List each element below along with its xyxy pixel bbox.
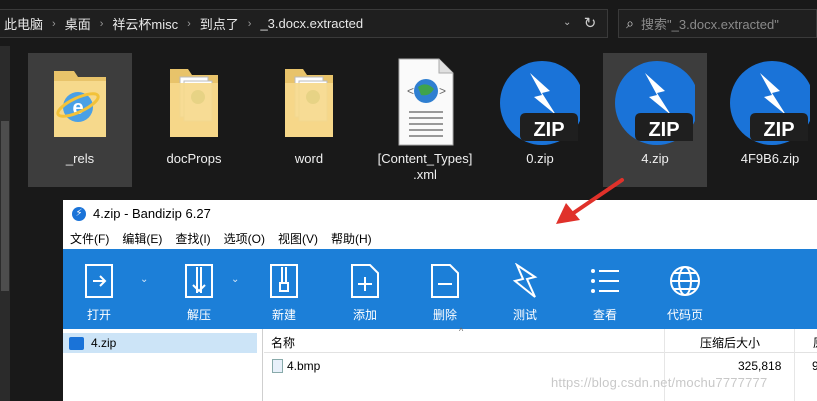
- bandizip-app-icon: ⚡: [72, 206, 86, 221]
- file-item-label: word: [294, 151, 324, 166]
- menu-options[interactable]: 选项(O): [217, 230, 271, 247]
- refresh-icon[interactable]: ↻: [581, 14, 599, 32]
- chevron-right-icon: ›: [99, 17, 104, 30]
- file-item-label: 4F9B6.zip: [740, 151, 800, 166]
- column-header-name[interactable]: 名称: [271, 334, 295, 351]
- test-button[interactable]: 测试: [491, 249, 559, 329]
- new-button[interactable]: 新建: [250, 249, 318, 329]
- explorer-address-bar: 此电脑 › 桌面 › 祥云杯misc › 到点了 › _3.docx.extra…: [0, 0, 817, 46]
- chevron-down-icon[interactable]: ⌄: [140, 274, 148, 285]
- file-item-0-zip[interactable]: ZIP 0.zip: [488, 53, 592, 187]
- file-item-word[interactable]: word: [257, 53, 361, 187]
- menu-bar: 文件(F) 编辑(E) 查找(I) 选项(O) 视图(V) 帮助(H): [63, 227, 817, 249]
- file-original-size: 9: [812, 359, 817, 373]
- menu-help[interactable]: 帮助(H): [324, 230, 378, 247]
- file-item-label: _rels: [65, 151, 95, 166]
- chevron-right-icon: ›: [187, 17, 191, 30]
- file-name: 4.bmp: [287, 359, 321, 373]
- view-button[interactable]: 查看: [571, 249, 639, 329]
- tree-item-label: 4.zip: [91, 336, 117, 350]
- breadcrumb[interactable]: 此电脑 › 桌面 › 祥云杯misc › 到点了 › _3.docx.extra…: [0, 9, 608, 38]
- chevron-right-icon: ›: [52, 17, 56, 30]
- chevron-right-icon: ›: [247, 17, 252, 30]
- bandizip-zip-icon: ZIP: [500, 61, 580, 145]
- toolbar-label: 删除: [432, 308, 457, 322]
- window-title-bar[interactable]: ⚡ 4.zip - Bandizip 6.27: [63, 200, 817, 227]
- file-item-rels[interactable]: e _rels: [28, 53, 132, 187]
- bmp-file-icon: [272, 359, 283, 373]
- toolbar-label: 打开: [86, 308, 111, 322]
- bandizip-zip-icon: ZIP: [730, 61, 810, 145]
- file-item-content-types[interactable]: < > [Content_Types] .xml: [373, 53, 477, 187]
- file-compressed-size: 325,818: [738, 359, 782, 373]
- table-row[interactable]: 4.bmp 325,818 9: [264, 356, 817, 376]
- open-icon: [85, 264, 113, 298]
- breadcrumb-item-extracted[interactable]: _3.docx.extracted: [256, 16, 367, 31]
- column-header-original[interactable]: 原: [813, 334, 817, 351]
- file-list: ^ 名称 压缩后大小 原 4.bmp 325,818 9: [264, 326, 817, 401]
- bandizip-zip-icon: ZIP: [615, 61, 695, 145]
- window-title: 4.zip - Bandizip 6.27: [93, 206, 211, 221]
- folder-icon: [285, 69, 333, 137]
- lightning-icon: [512, 263, 538, 298]
- menu-edit[interactable]: 编辑(E): [115, 230, 168, 247]
- file-item-4f9b6-zip[interactable]: ZIP 4F9B6.zip: [718, 53, 817, 187]
- extract-icon: [185, 264, 213, 298]
- archive-tree: 4.zip: [63, 329, 263, 401]
- zip-archive-icon: [69, 336, 84, 350]
- zip-badge-text: ZIP: [763, 119, 794, 141]
- file-item-label: 0.zip: [526, 151, 554, 166]
- scrollbar-thumb[interactable]: [1, 121, 9, 291]
- open-button[interactable]: 打开: [65, 249, 133, 329]
- file-list-header: ^ 名称 压缩后大小 原: [264, 326, 817, 401]
- tree-item-archive[interactable]: 4.zip: [63, 333, 257, 353]
- toolbar-label: 测试: [512, 308, 537, 322]
- toolbar-label: 添加: [352, 308, 377, 322]
- xml-file-icon: < >: [398, 58, 454, 146]
- toolbar-label: 新建: [271, 308, 296, 322]
- column-header-compressed[interactable]: 压缩后大小: [700, 334, 760, 351]
- delete-button[interactable]: 删除: [411, 249, 479, 329]
- watermark: https://blog.csdn.net/mochu7777777: [551, 375, 768, 390]
- codepage-button[interactable]: 代码页: [651, 249, 719, 329]
- search-placeholder: 搜索"_3.docx.extracted": [641, 17, 779, 32]
- file-item-label: [Content_Types] .xml: [377, 151, 473, 182]
- search-input[interactable]: ⌕ 搜索"_3.docx.extracted": [618, 9, 817, 38]
- folder-icon: [170, 69, 218, 137]
- menu-file[interactable]: 文件(F): [63, 230, 115, 247]
- list-view-icon: [591, 269, 619, 293]
- file-item-label: docProps: [166, 151, 222, 166]
- bandizip-window: ⚡ 4.zip - Bandizip 6.27 文件(F) 编辑(E) 查找(I…: [63, 200, 817, 401]
- toolbar-label: 代码页: [666, 308, 703, 322]
- breadcrumb-item-desktop[interactable]: 桌面: [61, 14, 95, 33]
- toolbar-label: 查看: [592, 308, 617, 322]
- new-archive-icon: [270, 264, 298, 298]
- file-item-docprops[interactable]: docProps: [142, 53, 246, 187]
- svg-text:<: <: [407, 84, 414, 98]
- zip-badge-text: ZIP: [648, 119, 679, 141]
- menu-view[interactable]: 视图(V): [271, 230, 324, 247]
- search-icon: ⌕: [626, 15, 634, 31]
- ie-folder-icon: e: [54, 71, 106, 137]
- toolbar-label: 解压: [186, 308, 211, 322]
- toolbar: 打开 ⌄ 解压 ⌄ 新建 添加 删除 测试 查看 代码页: [63, 249, 817, 329]
- chevron-down-icon[interactable]: ⌄: [231, 274, 239, 285]
- menu-find[interactable]: 查找(I): [168, 230, 216, 247]
- chevron-down-icon[interactable]: ⌄: [563, 17, 575, 29]
- add-button[interactable]: 添加: [331, 249, 399, 329]
- zip-badge-text: ZIP: [533, 119, 564, 141]
- file-item-4-zip[interactable]: ZIP 4.zip: [603, 53, 707, 187]
- navigation-pane-edge: [0, 46, 10, 401]
- breadcrumb-item-misc[interactable]: 祥云杯misc: [108, 14, 182, 33]
- breadcrumb-item-computer[interactable]: 此电脑: [0, 14, 47, 33]
- file-item-label: 4.zip: [641, 151, 669, 166]
- sort-ascending-icon: ^: [459, 326, 464, 336]
- breadcrumb-item-folder[interactable]: 到点了: [196, 14, 243, 33]
- delete-file-icon: [431, 264, 459, 298]
- extract-button[interactable]: 解压: [165, 249, 233, 329]
- svg-text:>: >: [439, 84, 446, 98]
- globe-icon: [670, 266, 700, 296]
- add-file-icon: [351, 264, 379, 298]
